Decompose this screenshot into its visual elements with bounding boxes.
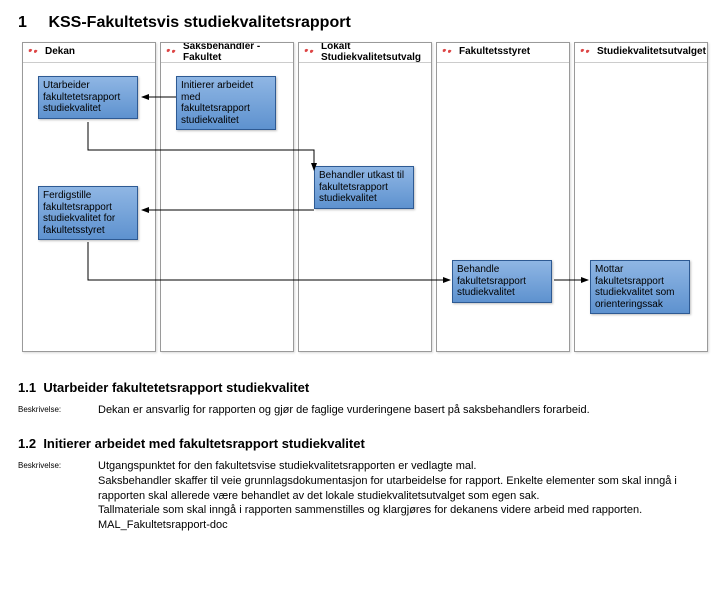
section-heading: 1.2 Initierer arbeidet med fakultetsrapp…	[18, 436, 709, 451]
box-mottar: Mottar fakultetsrapport studiekvalitet s…	[590, 260, 690, 314]
box-behandle: Behandle fakultetsrapport studiekvalitet	[452, 260, 552, 303]
mask-icon	[27, 48, 41, 58]
mask-icon	[303, 48, 317, 58]
mask-icon	[579, 48, 593, 58]
lane-label: Studiekvalitetsutvalget	[597, 47, 706, 58]
title-text: KSS-Fakultetsvis studiekvalitetsrapport	[48, 14, 350, 31]
mask-icon	[441, 48, 455, 58]
desc-body: Utgangspunktet for den fakultetsvise stu…	[98, 459, 709, 533]
page-title: 1 KSS-Fakultetsvis studiekvalitetsrappor…	[18, 14, 709, 32]
box-initierer: Initierer arbeidet med fakultetsrapport …	[176, 76, 276, 130]
section-number: 1.1	[18, 380, 36, 395]
section-row: Beskrivelse: Dekan er ansvarlig for rapp…	[18, 403, 709, 418]
box-ferdigstille: Ferdigstille fakultetsrapport studiekval…	[38, 186, 138, 240]
lane-label: Lokalt Studiekvalitetsutvalg	[321, 43, 427, 63]
desc-body: Dekan er ansvarlig for rapporten og gjør…	[98, 403, 709, 418]
box-utarbeider: Utarbeider fakultetetsrapport studiekval…	[38, 76, 138, 119]
mask-icon	[165, 48, 179, 58]
desc-label: Beskrivelse:	[18, 459, 84, 472]
lane-label: Fakultetsstyret	[459, 47, 565, 58]
lane-label: Dekan	[45, 47, 151, 58]
section-title: Utarbeider fakultetetsrapport studiekval…	[43, 380, 309, 395]
desc-label: Beskrivelse:	[18, 403, 84, 416]
section-heading: 1.1 Utarbeider fakultetetsrapport studie…	[18, 380, 709, 395]
section-number: 1.2	[18, 436, 36, 451]
lane-fakultetsstyret: Fakultetsstyret	[436, 42, 570, 352]
swimlane-diagram: Dekan Saksbehandler - Fakultet Lokalt St…	[22, 42, 712, 352]
section-row: Beskrivelse: Utgangspunktet for den faku…	[18, 459, 709, 533]
title-number: 1	[18, 14, 44, 32]
section-title: Initierer arbeidet med fakultetsrapport …	[43, 436, 364, 451]
sections: 1.1 Utarbeider fakultetetsrapport studie…	[18, 380, 709, 533]
box-behandler: Behandler utkast til fakultetsrapport st…	[314, 166, 414, 209]
lane-label: Saksbehandler - Fakultet	[183, 43, 289, 63]
